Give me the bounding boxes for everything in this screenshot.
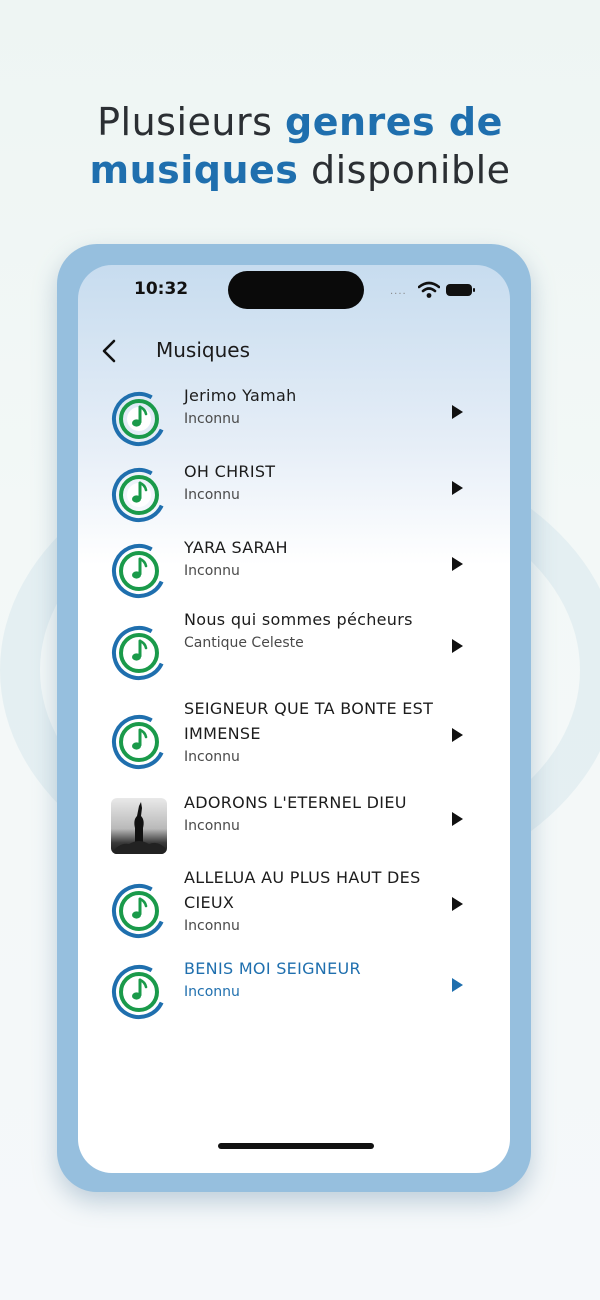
song-item[interactable]: YARA SARAH Inconnu: [78, 527, 510, 603]
play-icon[interactable]: [452, 728, 463, 742]
song-title: Nous qui sommes pécheurs: [184, 610, 413, 629]
worship-photo-thumbnail: [111, 798, 167, 854]
play-icon[interactable]: [452, 405, 463, 419]
phone-screen: 10:32 ···· Musiques Jerimo Yamah Inconnu O…: [78, 265, 510, 1173]
play-icon[interactable]: [452, 978, 463, 992]
song-artist: Inconnu: [184, 563, 240, 579]
wifi-icon: [418, 281, 440, 298]
play-icon[interactable]: [452, 812, 463, 826]
song-text: YARA SARAH Inconnu: [184, 535, 434, 582]
song-artist: Inconnu: [184, 918, 240, 934]
headline-part1: Plusieurs: [97, 100, 285, 144]
music-note-logo-icon: [111, 391, 167, 447]
song-item[interactable]: SEIGNEUR QUE TA BONTE EST IMMENSE Inconnu: [78, 692, 510, 778]
play-icon[interactable]: [452, 557, 463, 571]
song-text: ALLELUA AU PLUS HAUT DES CIEUX Inconnu: [184, 865, 434, 937]
song-title: ADORONS L'ETERNEL DIEU: [184, 793, 407, 812]
song-title: ALLELUA AU PLUS HAUT DES CIEUX: [184, 868, 421, 912]
status-icons: ····: [390, 281, 480, 301]
page-title: Musiques: [156, 338, 251, 362]
song-item[interactable]: ALLELUA AU PLUS HAUT DES CIEUX Inconnu: [78, 861, 510, 947]
music-note-logo-icon: [111, 625, 167, 681]
song-title: BENIS MOI SEIGNEUR: [184, 959, 361, 978]
signal-icon: ····: [390, 289, 407, 300]
song-title: OH CHRIST: [184, 462, 276, 481]
headline-highlight1: genres de: [285, 100, 503, 144]
song-artist: Inconnu: [184, 487, 240, 503]
song-artist: Inconnu: [184, 984, 240, 1000]
song-item[interactable]: ADORONS L'ETERNEL DIEU Inconnu: [78, 782, 510, 858]
battery-icon: [446, 284, 475, 296]
status-time: 10:32: [134, 279, 189, 299]
promo-headline: Plusieurs genres de musiques disponible: [0, 98, 600, 194]
song-title: YARA SARAH: [184, 538, 288, 557]
play-icon[interactable]: [452, 639, 463, 653]
song-artist: Inconnu: [184, 411, 240, 427]
play-icon[interactable]: [452, 897, 463, 911]
song-text: Nous qui sommes pécheurs Cantique Celeste: [184, 607, 434, 654]
song-artist: Inconnu: [184, 818, 240, 834]
back-chevron-icon[interactable]: [98, 337, 122, 365]
music-note-logo-icon: [111, 964, 167, 1020]
music-note-logo-icon: [111, 883, 167, 939]
play-icon[interactable]: [452, 481, 463, 495]
home-indicator[interactable]: [218, 1143, 374, 1149]
headline-part2: disponible: [298, 148, 511, 192]
dynamic-island: [228, 271, 364, 309]
song-text: SEIGNEUR QUE TA BONTE EST IMMENSE Inconnu: [184, 696, 434, 768]
song-artist: Inconnu: [184, 749, 240, 765]
song-text: Jerimo Yamah Inconnu: [184, 383, 434, 430]
song-text: BENIS MOI SEIGNEUR Inconnu: [184, 956, 434, 1003]
song-item[interactable]: Jerimo Yamah Inconnu: [78, 375, 510, 451]
music-note-logo-icon: [111, 543, 167, 599]
song-artist: Cantique Celeste: [184, 635, 304, 651]
phone-frame: 10:32 ···· Musiques Jerimo Yamah Inconnu O…: [57, 244, 531, 1192]
music-note-logo-icon: [111, 714, 167, 770]
song-item[interactable]: Nous qui sommes pécheurs Cantique Celeste: [78, 603, 510, 689]
headline-highlight2: musiques: [89, 148, 299, 192]
music-note-logo-icon: [111, 467, 167, 523]
song-text: ADORONS L'ETERNEL DIEU Inconnu: [184, 790, 434, 837]
song-item[interactable]: OH CHRIST Inconnu: [78, 451, 510, 527]
song-title: Jerimo Yamah: [184, 386, 297, 405]
song-item[interactable]: BENIS MOI SEIGNEUR Inconnu: [78, 948, 510, 1024]
song-text: OH CHRIST Inconnu: [184, 459, 434, 506]
song-title: SEIGNEUR QUE TA BONTE EST IMMENSE: [184, 699, 434, 743]
